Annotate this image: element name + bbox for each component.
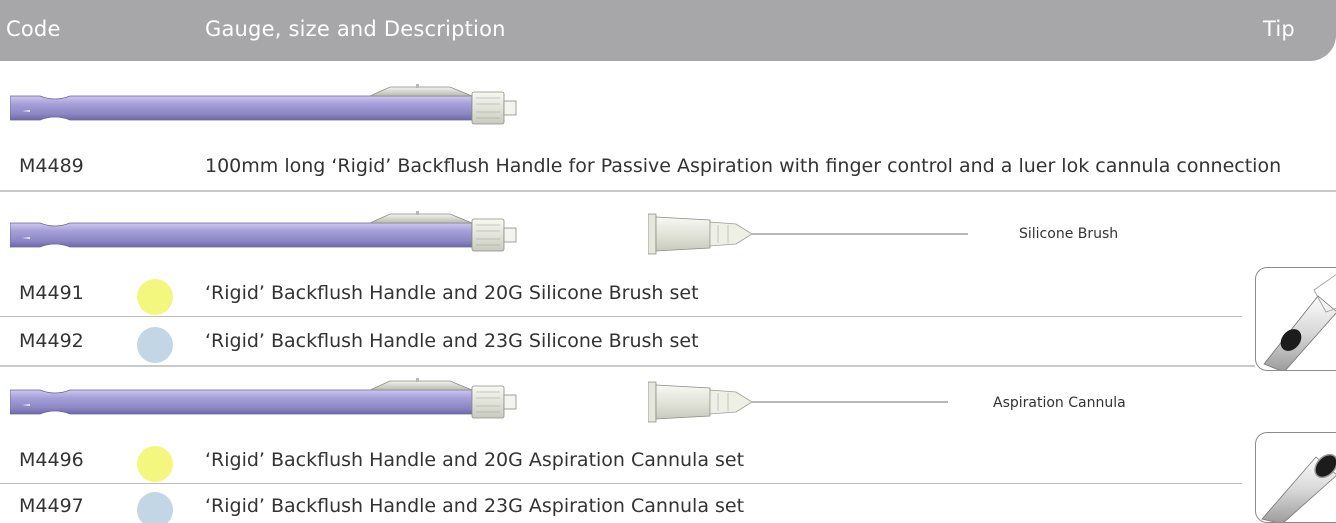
product-code: M4491 — [19, 282, 84, 304]
caption-aspiration-cannula: Aspiration Cannula — [993, 395, 1126, 411]
backflush-handle-image — [10, 84, 517, 125]
gauge-23g-dot — [137, 492, 173, 523]
backflush-handle-image — [10, 378, 517, 419]
header-tip: Tip — [1263, 17, 1295, 41]
header-description: Gauge, size and Description — [205, 17, 506, 41]
product-code: M4489 — [19, 155, 84, 177]
silicone-brush-image — [648, 213, 968, 255]
brush-tip-image — [1255, 267, 1336, 371]
header-code: Code — [6, 17, 61, 41]
product-description: ‘Rigid’ Backflush Handle and 20G Aspirat… — [205, 449, 745, 471]
product-description: ‘Rigid’ Backflush Handle and 20G Silicon… — [205, 282, 699, 304]
product-description: ‘Rigid’ Backflush Handle and 23G Aspirat… — [205, 495, 745, 517]
backflush-handle-image — [10, 211, 517, 252]
section-divider — [0, 365, 1255, 367]
section-divider — [0, 190, 1336, 192]
caption-silicone-brush: Silicone Brush — [1019, 226, 1119, 242]
product-description: 100mm long ‘Rigid’ Backflush Handle for … — [205, 155, 1282, 177]
product-description: ‘Rigid’ Backflush Handle and 23G Silicon… — [205, 330, 699, 352]
gauge-20g-dot — [137, 446, 173, 482]
row-divider — [0, 483, 1242, 484]
gauge-23g-dot — [137, 327, 173, 363]
aspiration-cannula-image — [648, 381, 948, 423]
gauge-20g-dot — [137, 279, 173, 315]
product-code: M4496 — [19, 449, 84, 471]
row-divider — [0, 316, 1242, 317]
product-code: M4492 — [19, 330, 84, 352]
product-code: M4497 — [19, 495, 84, 517]
table-header: Code Gauge, size and Description Tip — [0, 0, 1336, 61]
cannula-tip-image — [1255, 432, 1336, 523]
